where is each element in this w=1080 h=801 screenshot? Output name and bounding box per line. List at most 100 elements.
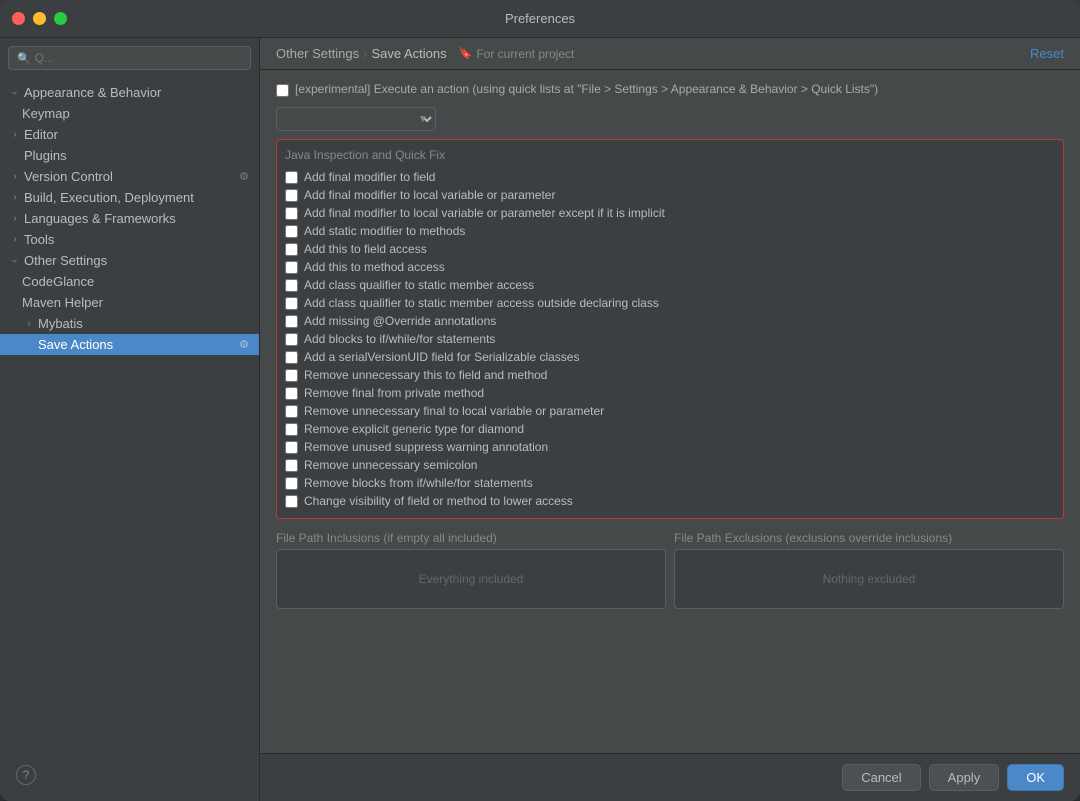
checkbox-remove-generic[interactable] bbox=[285, 423, 298, 436]
panel-body: [experimental] Execute an action (using … bbox=[260, 70, 1080, 753]
sidebar-item-maven-helper[interactable]: Maven Helper bbox=[0, 292, 259, 313]
chevron-icon: › bbox=[8, 170, 22, 184]
inspection-item-remove-final-private: Remove final from private method bbox=[285, 384, 1055, 402]
sidebar-item-version-control[interactable]: › Version Control ⚙ bbox=[0, 166, 259, 187]
maximize-button[interactable] bbox=[54, 12, 67, 25]
breadcrumb-project: 🔖 For current project bbox=[459, 47, 575, 61]
inspection-item-add-this-method: Add this to method access bbox=[285, 258, 1055, 276]
inspection-item-add-blocks: Add blocks to if/while/for statements bbox=[285, 330, 1055, 348]
checkbox-label-add-override: Add missing @Override annotations bbox=[304, 314, 496, 328]
sidebar-item-codeglance[interactable]: CodeGlance bbox=[0, 271, 259, 292]
chevron-icon: › bbox=[22, 317, 36, 331]
inspection-item-remove-suppress: Remove unused suppress warning annotatio… bbox=[285, 438, 1055, 456]
checkbox-add-override[interactable] bbox=[285, 315, 298, 328]
checkbox-add-this-method[interactable] bbox=[285, 261, 298, 274]
inclusions-label: File Path Inclusions (if empty all inclu… bbox=[276, 531, 666, 545]
checkbox-label-remove-blocks: Remove blocks from if/while/for statemen… bbox=[304, 476, 533, 490]
title-bar: Preferences bbox=[0, 0, 1080, 38]
file-path-exclusions-col: File Path Exclusions (exclusions overrid… bbox=[674, 531, 1064, 609]
checkbox-add-final-field[interactable] bbox=[285, 171, 298, 184]
sidebar-item-mybatis[interactable]: › Mybatis bbox=[0, 313, 259, 334]
breadcrumb-bar: Other Settings › Save Actions 🔖 For curr… bbox=[260, 38, 1080, 70]
help-button[interactable]: ? bbox=[16, 765, 36, 785]
checkbox-label-add-serial: Add a serialVersionUID field for Seriali… bbox=[304, 350, 579, 364]
inspection-item-add-class-qualifier-outside: Add class qualifier to static member acc… bbox=[285, 294, 1055, 312]
checkbox-add-serial[interactable] bbox=[285, 351, 298, 364]
dropdown-row: ▼ bbox=[276, 107, 1064, 131]
checkbox-label-add-final-local-except: Add final modifier to local variable or … bbox=[304, 206, 665, 220]
sidebar-item-label: Other Settings bbox=[24, 253, 251, 268]
inspection-box: Java Inspection and Quick Fix Add final … bbox=[276, 139, 1064, 519]
sidebar-item-label: Version Control bbox=[24, 169, 237, 184]
action-dropdown[interactable] bbox=[276, 107, 436, 131]
file-path-inclusions-col: File Path Inclusions (if empty all inclu… bbox=[276, 531, 666, 609]
reset-button[interactable]: Reset bbox=[1030, 46, 1064, 61]
search-input[interactable] bbox=[35, 51, 242, 65]
sidebar-item-tools[interactable]: › Tools bbox=[0, 229, 259, 250]
sidebar-item-label: Keymap bbox=[22, 106, 251, 121]
preferences-window: Preferences 🔍 › Appearance & Behavior Ke… bbox=[0, 0, 1080, 801]
checkbox-add-static-methods[interactable] bbox=[285, 225, 298, 238]
main-content: 🔍 › Appearance & Behavior Keymap › Edito… bbox=[0, 38, 1080, 801]
checkbox-add-final-local[interactable] bbox=[285, 189, 298, 202]
checkbox-remove-this[interactable] bbox=[285, 369, 298, 382]
checkbox-remove-suppress[interactable] bbox=[285, 441, 298, 454]
inspection-item-change-visibility: Change visibility of field or method to … bbox=[285, 492, 1055, 510]
sidebar-item-save-actions[interactable]: › Save Actions ⚙ bbox=[0, 334, 259, 355]
minimize-button[interactable] bbox=[33, 12, 46, 25]
chevron-icon: › bbox=[8, 86, 22, 100]
inclusions-placeholder: Everything included bbox=[419, 572, 524, 586]
inspection-item-add-serial: Add a serialVersionUID field for Seriali… bbox=[285, 348, 1055, 366]
sidebar-item-appearance[interactable]: › Appearance & Behavior bbox=[0, 82, 259, 103]
checkbox-label-change-visibility: Change visibility of field or method to … bbox=[304, 494, 573, 508]
inspection-item-remove-generic: Remove explicit generic type for diamond bbox=[285, 420, 1055, 438]
inspection-item-add-final-field: Add final modifier to field bbox=[285, 168, 1055, 186]
sidebar-tree: › Appearance & Behavior Keymap › Editor … bbox=[0, 78, 259, 801]
sidebar-item-label: Maven Helper bbox=[22, 295, 251, 310]
checkbox-label-add-class-qualifier-outside: Add class qualifier to static member acc… bbox=[304, 296, 659, 310]
sidebar-item-keymap[interactable]: Keymap bbox=[0, 103, 259, 124]
edit-icon: ⚙ bbox=[237, 338, 251, 352]
experimental-label: [experimental] Execute an action (using … bbox=[295, 82, 878, 96]
sidebar-item-label: Plugins bbox=[24, 148, 251, 163]
inspection-item-remove-semicolon: Remove unnecessary semicolon bbox=[285, 456, 1055, 474]
inspection-item-add-final-local: Add final modifier to local variable or … bbox=[285, 186, 1055, 204]
apply-button[interactable]: Apply bbox=[929, 764, 1000, 791]
checkbox-label-add-blocks: Add blocks to if/while/for statements bbox=[304, 332, 495, 346]
checkbox-remove-final-private[interactable] bbox=[285, 387, 298, 400]
checkbox-remove-blocks[interactable] bbox=[285, 477, 298, 490]
chevron-icon: › bbox=[8, 233, 22, 247]
checkbox-add-blocks[interactable] bbox=[285, 333, 298, 346]
inclusions-list[interactable]: Everything included bbox=[276, 549, 666, 609]
checkbox-label-add-final-local: Add final modifier to local variable or … bbox=[304, 188, 555, 202]
sidebar-item-build[interactable]: › Build, Execution, Deployment bbox=[0, 187, 259, 208]
checkbox-remove-final-local[interactable] bbox=[285, 405, 298, 418]
exclusions-list[interactable]: Nothing excluded bbox=[674, 549, 1064, 609]
sidebar-item-other-settings[interactable]: › Other Settings bbox=[0, 250, 259, 271]
checkbox-remove-semicolon[interactable] bbox=[285, 459, 298, 472]
experimental-checkbox[interactable] bbox=[276, 84, 289, 97]
checkbox-add-class-qualifier-outside[interactable] bbox=[285, 297, 298, 310]
main-panel: Other Settings › Save Actions 🔖 For curr… bbox=[260, 38, 1080, 801]
cancel-button[interactable]: Cancel bbox=[842, 764, 920, 791]
inspection-item-remove-this: Remove unnecessary this to field and met… bbox=[285, 366, 1055, 384]
window-title: Preferences bbox=[505, 11, 575, 26]
sidebar-item-plugins[interactable]: › Plugins bbox=[0, 145, 259, 166]
inspection-item-add-final-local-except: Add final modifier to local variable or … bbox=[285, 204, 1055, 222]
experimental-row: [experimental] Execute an action (using … bbox=[276, 80, 1064, 99]
sidebar-item-languages[interactable]: › Languages & Frameworks bbox=[0, 208, 259, 229]
breadcrumb-other-settings[interactable]: Other Settings bbox=[276, 46, 359, 61]
checkbox-label-add-this-field: Add this to field access bbox=[304, 242, 427, 256]
checkbox-add-this-field[interactable] bbox=[285, 243, 298, 256]
ok-button[interactable]: OK bbox=[1007, 764, 1064, 791]
sidebar-item-label: Build, Execution, Deployment bbox=[24, 190, 251, 205]
checkbox-label-remove-final-local: Remove unnecessary final to local variab… bbox=[304, 404, 604, 418]
search-box[interactable]: 🔍 bbox=[8, 46, 251, 70]
checkbox-add-final-local-except[interactable] bbox=[285, 207, 298, 220]
sidebar-item-label: Mybatis bbox=[38, 316, 251, 331]
checkbox-add-class-qualifier[interactable] bbox=[285, 279, 298, 292]
close-button[interactable] bbox=[12, 12, 25, 25]
sidebar-item-editor[interactable]: › Editor bbox=[0, 124, 259, 145]
chevron-icon: › bbox=[8, 254, 22, 268]
checkbox-change-visibility[interactable] bbox=[285, 495, 298, 508]
